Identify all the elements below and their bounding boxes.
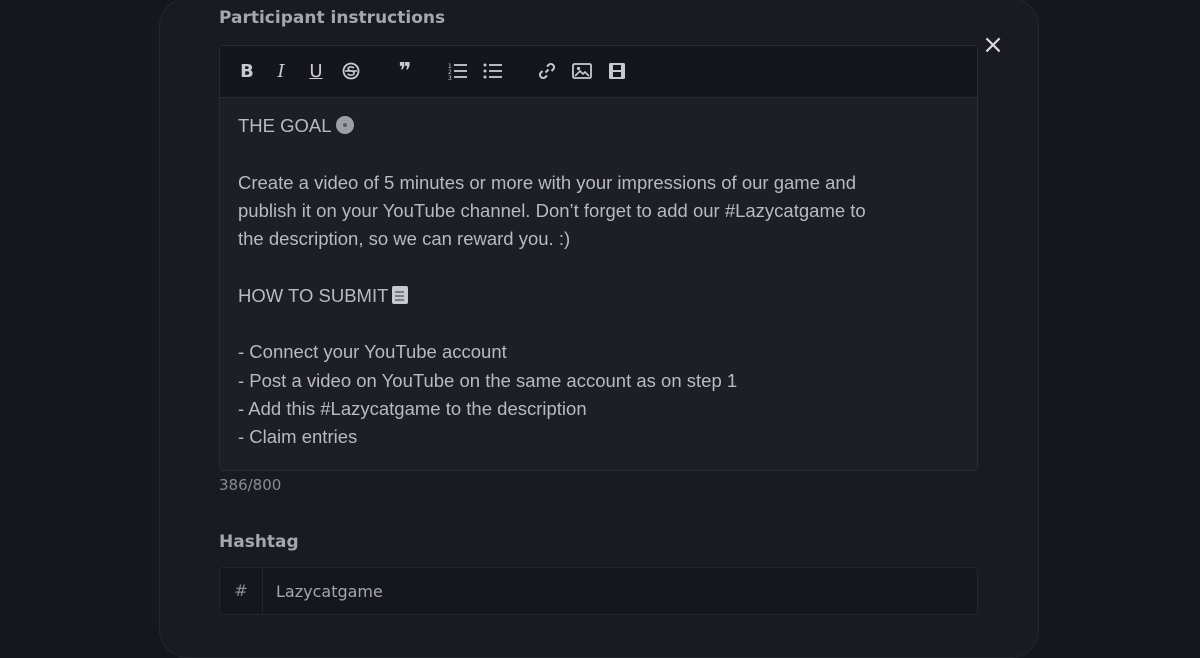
editor-content[interactable]: THE GOAL Create a video of 5 minutes or … [238, 112, 958, 452]
video-icon[interactable] [606, 59, 628, 83]
quote-icon[interactable]: ❞ [394, 59, 416, 84]
image-icon[interactable] [571, 59, 593, 83]
editor-line: - Claim entries [238, 426, 358, 448]
bold-icon[interactable]: B [236, 59, 258, 83]
editor-line: the description, so we can reward you. :… [238, 228, 571, 250]
editor-line: HOW TO SUBMIT [238, 282, 958, 310]
italic-icon[interactable]: I [270, 59, 292, 83]
editor-line: - Connect your YouTube account [238, 341, 507, 363]
memo-emoji-icon [392, 285, 409, 304]
editor-line: - Add this #Lazycatgame to the descripti… [238, 397, 587, 419]
underline-icon[interactable]: U [305, 59, 327, 83]
editor-line: Create a video of 5 minutes or more with… [238, 171, 856, 193]
editor-toolbar: B I U ❞ 1 2 3 [220, 46, 977, 98]
target-emoji-icon [335, 116, 354, 134]
rich-text-editor[interactable]: B I U ❞ 1 2 3 THE GOAL Create a video of… [219, 45, 978, 471]
editor-line: - Post a video on YouTube on the same ac… [238, 369, 738, 391]
svg-text:3: 3 [448, 75, 452, 80]
backdrop-right [1040, 0, 1200, 630]
strikethrough-icon[interactable] [340, 59, 362, 83]
close-icon[interactable]: × [978, 30, 1008, 60]
character-counter: 386/800 [219, 476, 282, 494]
participant-instructions-label: Participant instructions [219, 8, 446, 28]
hashtag-input[interactable] [263, 568, 963, 614]
hashtag-label: Hashtag [219, 532, 299, 552]
editor-line: THE GOAL [238, 112, 958, 140]
hash-prefix: # [220, 568, 263, 614]
bullet-list-icon[interactable] [482, 59, 504, 83]
hashtag-field: # [219, 567, 978, 615]
editor-line: publish it on your YouTube channel. Don’… [238, 199, 866, 221]
ordered-list-icon[interactable]: 1 2 3 [447, 59, 469, 83]
backdrop-left [0, 0, 160, 630]
link-icon[interactable] [536, 59, 558, 83]
